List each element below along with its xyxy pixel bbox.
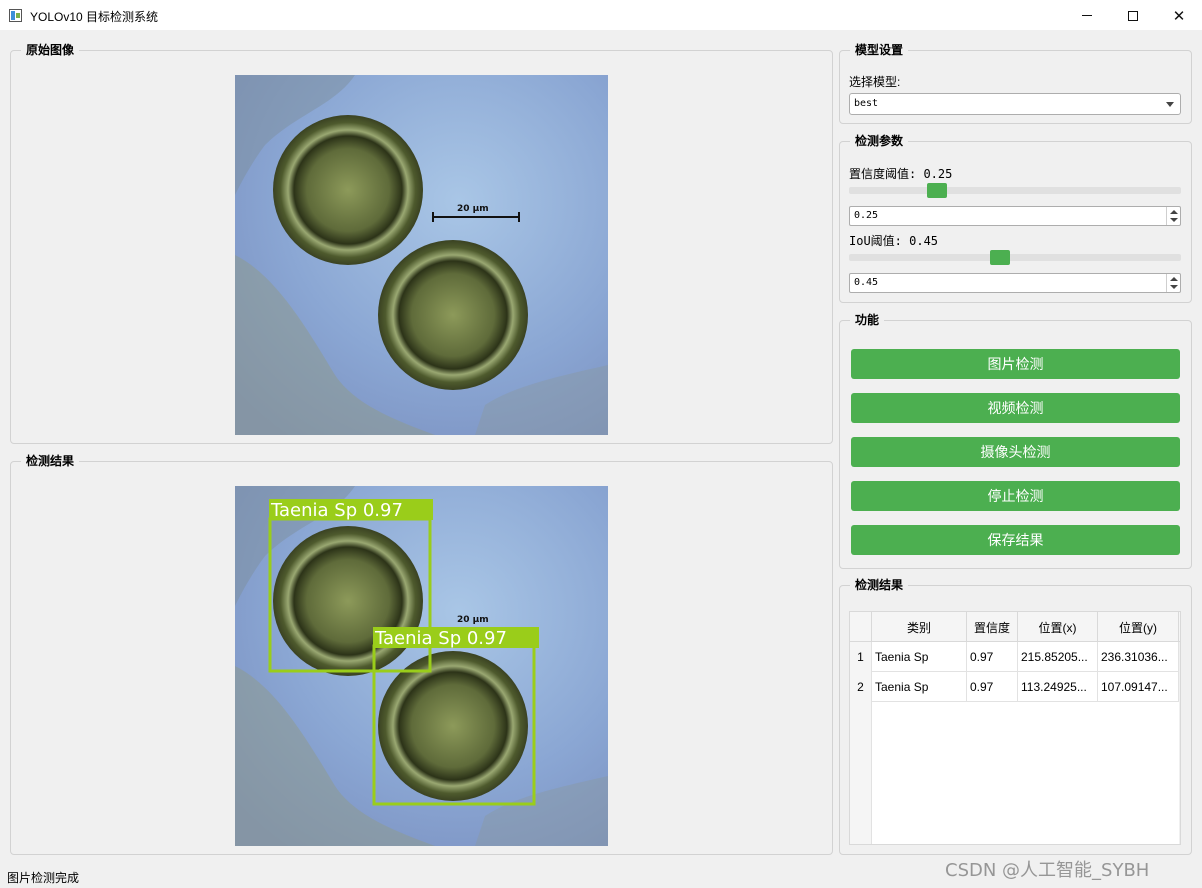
results-title: 检测结果 (850, 577, 909, 593)
detection-label: Taenia Sp 0.97 (374, 628, 507, 649)
iou-spinbox[interactable]: 0.45 (849, 273, 1181, 293)
confidence-value: 0.25 (854, 210, 879, 221)
table-scrollbar[interactable] (1179, 642, 1180, 844)
confidence-slider[interactable] (849, 187, 1181, 194)
svg-text:20 μm: 20 μm (457, 615, 489, 625)
original-image-title: 原始图像 (21, 42, 80, 58)
spin-buttons[interactable] (1166, 274, 1180, 292)
spin-up-icon[interactable] (1170, 210, 1178, 214)
window-title: YOLOv10 目标检测系统 (30, 10, 159, 24)
model-select-label: 选择模型: (849, 75, 901, 89)
result-image: 20 μm Taenia Sp 0.97 Taenia Sp 0.97 (235, 486, 608, 846)
column-header-x[interactable]: 位置(x) (1018, 612, 1098, 642)
maximize-button[interactable] (1110, 0, 1156, 31)
confidence-slider-handle[interactable] (927, 183, 947, 198)
original-micrograph: 20 μm (235, 75, 608, 435)
table-row[interactable]: 2 Taenia Sp 0.97 113.24925... 107.09147.… (850, 672, 1180, 702)
save-results-button[interactable]: 保存结果 (851, 525, 1180, 555)
original-image: 20 μm (235, 75, 608, 435)
table-header: 类别 置信度 位置(x) 位置(y) (850, 612, 1180, 642)
corner-cell[interactable] (850, 612, 872, 642)
maximize-icon (1128, 10, 1138, 21)
row-number[interactable]: 2 (850, 672, 872, 702)
status-text: 图片检测完成 (7, 871, 80, 885)
result-micrograph: 20 μm Taenia Sp 0.97 Taenia Sp 0.97 (235, 486, 608, 846)
functions-title: 功能 (850, 312, 885, 328)
camera-detect-button[interactable]: 摄像头检测 (851, 437, 1180, 467)
spin-buttons[interactable] (1166, 207, 1180, 225)
spin-up-icon[interactable] (1170, 277, 1178, 281)
image-detect-button[interactable]: 图片检测 (851, 349, 1180, 379)
cell-class[interactable]: Taenia Sp (872, 672, 967, 702)
iou-label: IoU阈值: 0.45 (849, 234, 939, 248)
column-header-class[interactable]: 类别 (872, 612, 967, 642)
video-detect-button[interactable]: 视频检测 (851, 393, 1180, 423)
row-number[interactable]: 1 (850, 642, 872, 672)
confidence-spinbox[interactable]: 0.25 (849, 206, 1181, 226)
cell-confidence[interactable]: 0.97 (967, 672, 1018, 702)
minimize-icon (1082, 15, 1092, 16)
column-header-confidence[interactable]: 置信度 (967, 612, 1018, 642)
svg-text:20 μm: 20 μm (457, 204, 489, 214)
minimize-button[interactable] (1064, 0, 1110, 31)
cell-y[interactable]: 236.31036... (1098, 642, 1179, 672)
table-row[interactable]: 1 Taenia Sp 0.97 215.85205... 236.31036.… (850, 642, 1180, 672)
model-select[interactable]: best (849, 93, 1181, 115)
close-button[interactable]: ✕ (1156, 0, 1202, 31)
app-icon (9, 9, 22, 22)
iou-slider[interactable] (849, 254, 1181, 261)
spin-down-icon[interactable] (1170, 285, 1178, 289)
iou-slider-handle[interactable] (990, 250, 1010, 265)
confidence-label: 置信度阈值: 0.25 (849, 167, 953, 181)
model-select-value: best (854, 98, 879, 109)
watermark: CSDN @人工智能_SYBH (945, 860, 1150, 881)
cell-x[interactable]: 113.24925... (1018, 672, 1098, 702)
results-table[interactable]: 类别 置信度 位置(x) 位置(y) 1 Taenia Sp 0.97 215.… (849, 611, 1181, 845)
model-settings-title: 模型设置 (850, 42, 909, 58)
detection-params-title: 检测参数 (850, 133, 909, 149)
row-header-column (850, 702, 872, 844)
cell-class[interactable]: Taenia Sp (872, 642, 967, 672)
cell-confidence[interactable]: 0.97 (967, 642, 1018, 672)
cell-y[interactable]: 107.09147... (1098, 672, 1179, 702)
cell-x[interactable]: 215.85205... (1018, 642, 1098, 672)
result-image-title: 检测结果 (21, 453, 80, 469)
chevron-down-icon (1166, 102, 1174, 107)
close-icon: ✕ (1172, 7, 1186, 25)
stop-detect-button[interactable]: 停止检测 (851, 481, 1180, 511)
title-bar: YOLOv10 目标检测系统 ✕ (0, 0, 1202, 31)
spin-down-icon[interactable] (1170, 218, 1178, 222)
detection-label: Taenia Sp 0.97 (270, 500, 403, 521)
iou-value: 0.45 (854, 277, 879, 288)
column-header-y[interactable]: 位置(y) (1098, 612, 1179, 642)
